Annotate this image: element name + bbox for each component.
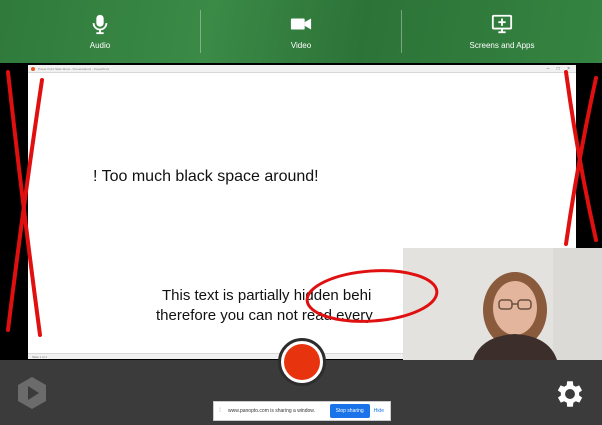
webcam-preview <box>403 248 602 360</box>
slide-text-line-1: ! Too much black space around! <box>93 168 319 185</box>
audio-button[interactable]: Audio <box>0 0 200 63</box>
app-icon <box>31 67 35 71</box>
screen-share-icon <box>491 14 513 34</box>
window-controls: – □ × <box>546 66 573 72</box>
screens-and-apps-button[interactable]: Screens and Apps <box>402 0 602 63</box>
panopto-logo-icon <box>18 377 46 409</box>
video-button[interactable]: Video <box>201 0 401 63</box>
slide-text-line-3: therefore you can not read every <box>156 307 373 324</box>
microphone-icon <box>92 14 108 35</box>
webcam-person <box>403 248 602 360</box>
window-title: Power Point Slide Show - Presentation1 -… <box>38 67 110 71</box>
hide-button[interactable]: Hide <box>374 408 384 414</box>
record-button[interactable] <box>278 338 326 386</box>
capture-source-toolbar: Audio Video Screens and Apps <box>0 0 602 63</box>
slide-text-line-2: This text is partially hidden behi <box>162 287 372 304</box>
gear-icon[interactable] <box>553 377 587 411</box>
audio-label: Audio <box>89 41 111 50</box>
video-camera-icon <box>290 18 312 30</box>
drag-handle-icon[interactable]: ⁞ <box>216 408 224 414</box>
stop-sharing-button[interactable]: Stop sharing <box>329 404 370 418</box>
record-icon <box>284 344 320 380</box>
screens-and-apps-label: Screens and Apps <box>469 41 535 50</box>
window-titlebar: Power Point Slide Show - Presentation1 -… <box>28 65 576 73</box>
sharing-notification-bar: ⁞ www.panopto.com is sharing a window. S… <box>213 401 391 421</box>
video-label: Video <box>290 41 312 50</box>
slide-counter: Slide 1 of 1 <box>32 355 48 359</box>
sharing-message: www.panopto.com is sharing a window. <box>228 408 315 414</box>
